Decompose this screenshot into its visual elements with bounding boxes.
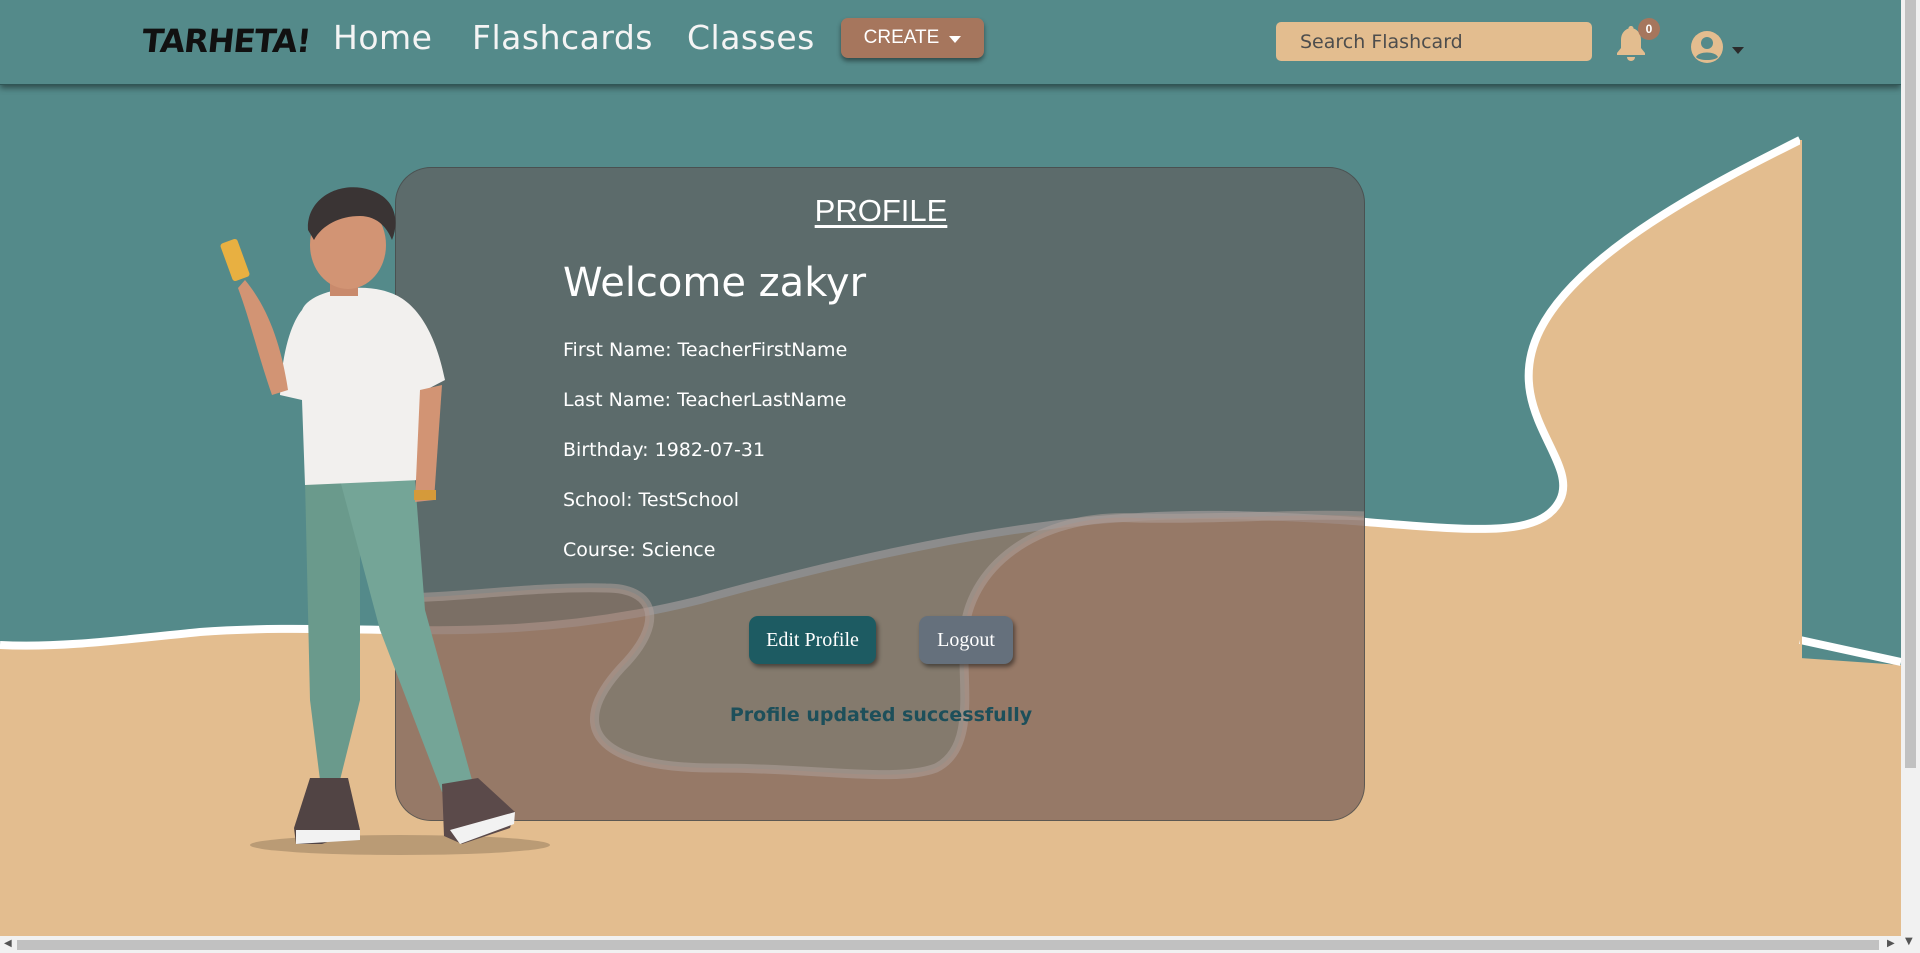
user-circle-icon[interactable] — [1690, 30, 1724, 64]
birthday-field: Birthday: 1982-07-31 — [563, 439, 766, 461]
last-name-field: Last Name: TeacherLastName — [563, 389, 847, 411]
scroll-right-arrow-icon[interactable]: ▶ — [1887, 938, 1895, 949]
nav-home[interactable]: Home — [333, 18, 432, 57]
scroll-left-arrow-icon[interactable]: ◀ — [4, 938, 12, 949]
brand-logo[interactable]: TARHETA! — [140, 22, 312, 60]
nav-flashcards[interactable]: Flashcards — [472, 18, 653, 57]
vertical-scrollbar-thumb[interactable] — [1905, 0, 1916, 768]
horizontal-scrollbar-thumb[interactable] — [17, 940, 1879, 950]
create-dropdown-button[interactable]: CREATE — [841, 18, 984, 58]
course-field: Course: Science — [563, 539, 716, 561]
notification-badge: 0 — [1638, 18, 1660, 40]
nav-classes[interactable]: Classes — [687, 18, 815, 57]
logout-button[interactable]: Logout — [919, 616, 1013, 664]
school-field: School: TestSchool — [563, 489, 740, 511]
navbar: TARHETA! Home Flashcards Classes CREATE … — [0, 0, 1901, 85]
edit-profile-button[interactable]: Edit Profile — [749, 616, 876, 664]
person-illustration — [220, 187, 550, 855]
chevron-down-icon — [949, 35, 962, 43]
create-label: CREATE — [863, 27, 940, 48]
scroll-down-arrow-icon[interactable]: ▼ — [1905, 936, 1913, 947]
user-menu-caret-icon[interactable] — [1732, 47, 1744, 54]
welcome-heading: Welcome zakyr — [563, 260, 867, 306]
search-input[interactable] — [1276, 22, 1592, 61]
first-name-field: First Name: TeacherFirstName — [563, 339, 848, 361]
